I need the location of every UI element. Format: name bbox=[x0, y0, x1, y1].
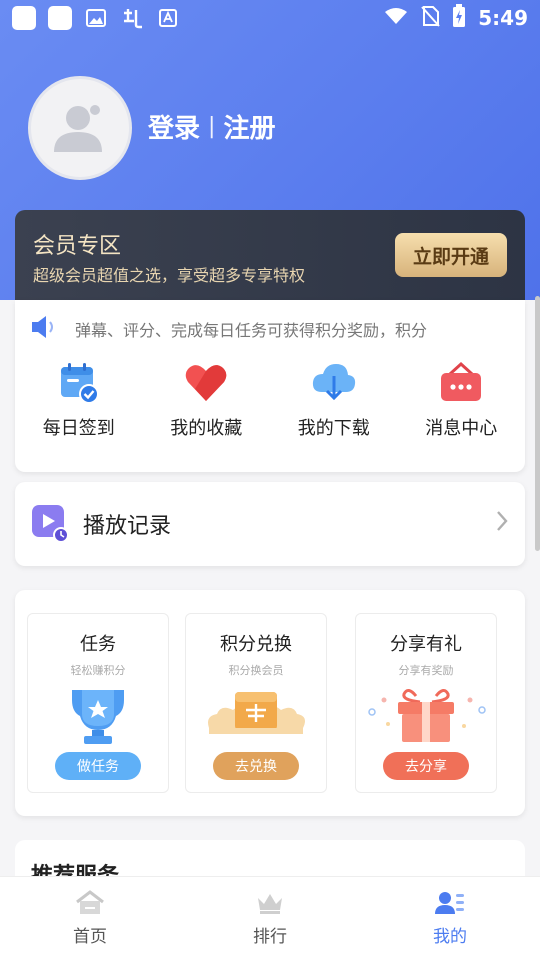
vip-banner[interactable]: 会员专区 超级会员超值之选，享受超多专享特权 立即开通 bbox=[15, 210, 525, 300]
notice-bar[interactable]: 弹幕、评分、完成每日任务可获得积分奖励，积分 bbox=[29, 314, 499, 344]
app-logo-icon bbox=[120, 6, 144, 30]
font-icon bbox=[156, 6, 180, 30]
no-sim-icon bbox=[420, 5, 440, 32]
my-downloads-button[interactable]: 我的下载 bbox=[270, 360, 398, 440]
profile-list-icon bbox=[435, 892, 464, 914]
login-register[interactable]: 登录 | 注册 bbox=[148, 108, 275, 145]
notification-app-icon bbox=[48, 6, 72, 30]
wifi-icon bbox=[384, 6, 408, 30]
tab-mine[interactable]: 我的 bbox=[360, 877, 540, 960]
points-card-subtitle: 分享有奖励 bbox=[398, 664, 454, 677]
quick-action-label: 消息中心 bbox=[425, 418, 498, 439]
calendar-check-icon bbox=[60, 363, 99, 404]
default-user-icon bbox=[54, 103, 102, 152]
chevron-right-icon bbox=[495, 509, 509, 540]
heart-icon bbox=[185, 365, 227, 401]
notification-app-icon bbox=[12, 6, 36, 30]
points-exchange-card[interactable]: 积分兑换 积分换会员 去兑换 bbox=[185, 613, 327, 793]
trophy-icon bbox=[72, 690, 124, 744]
vip-subtitle: 超级会员超值之选，享受超多专享特权 bbox=[33, 266, 306, 285]
separator: | bbox=[208, 114, 216, 139]
status-time: 5:49 bbox=[478, 6, 528, 30]
share-reward-card[interactable]: 分享有礼 分享有奖励 去分享 bbox=[355, 613, 497, 793]
vip-title: 会员专区 bbox=[33, 234, 122, 259]
message-center-button[interactable]: 消息中心 bbox=[398, 360, 526, 440]
points-card-title: 积分兑换 bbox=[220, 634, 292, 655]
play-history-row[interactable]: 播放记录 bbox=[15, 482, 525, 566]
battery-charging-icon bbox=[452, 3, 466, 33]
tab-home[interactable]: 首页 bbox=[0, 877, 180, 960]
quick-action-label: 我的收藏 bbox=[170, 418, 243, 439]
activate-vip-button[interactable]: 立即开通 bbox=[395, 233, 507, 277]
register-link[interactable]: 注册 bbox=[223, 108, 275, 145]
login-link[interactable]: 登录 bbox=[148, 108, 200, 145]
gift-box-icon bbox=[368, 689, 486, 742]
share-button[interactable]: 去分享 bbox=[383, 752, 469, 780]
scrollbar[interactable] bbox=[535, 296, 540, 551]
points-card-title: 任务 bbox=[80, 634, 116, 655]
speaker-icon bbox=[29, 314, 59, 344]
points-card-subtitle: 积分换会员 bbox=[228, 664, 284, 677]
avatar[interactable] bbox=[28, 76, 132, 180]
my-favorites-button[interactable]: 我的收藏 bbox=[143, 360, 271, 440]
play-history-label: 播放记录 bbox=[83, 514, 172, 539]
notice-text: 弹幕、评分、完成每日任务可获得积分奖励，积分 bbox=[75, 321, 428, 340]
tab-label: 排行 bbox=[253, 927, 287, 947]
coupon-icon bbox=[208, 692, 305, 734]
tab-ranking[interactable]: 排行 bbox=[180, 877, 360, 960]
tasks-card[interactable]: 任务 轻松赚积分 做任务 bbox=[27, 613, 169, 793]
play-history-icon bbox=[32, 505, 69, 543]
quick-action-label: 我的下载 bbox=[297, 418, 370, 439]
tab-label: 首页 bbox=[73, 927, 107, 947]
crown-icon bbox=[258, 894, 282, 914]
redeem-button[interactable]: 去兑换 bbox=[213, 752, 299, 780]
image-icon bbox=[84, 6, 108, 30]
quick-actions-card: 弹幕、评分、完成每日任务可获得积分奖励，积分 每日签到 我的收藏 我的下载 消息… bbox=[15, 300, 525, 472]
quick-action-label: 每日签到 bbox=[42, 418, 115, 439]
home-icon bbox=[76, 890, 104, 914]
status-bar: 5:49 bbox=[0, 0, 540, 36]
do-tasks-button[interactable]: 做任务 bbox=[55, 752, 141, 780]
points-card-title: 分享有礼 bbox=[390, 634, 462, 655]
tab-label: 我的 bbox=[433, 927, 467, 947]
points-card: 任务 轻松赚积分 做任务 积分兑换 积分换会员 去兑换 分享有礼 分享有奖励 去… bbox=[15, 590, 525, 816]
cloud-download-icon bbox=[312, 364, 355, 401]
daily-checkin-button[interactable]: 每日签到 bbox=[15, 360, 143, 440]
bottom-tab-bar: 首页 排行 我的 bbox=[0, 876, 540, 960]
message-bag-icon bbox=[441, 361, 482, 401]
points-card-subtitle: 轻松赚积分 bbox=[70, 664, 126, 677]
